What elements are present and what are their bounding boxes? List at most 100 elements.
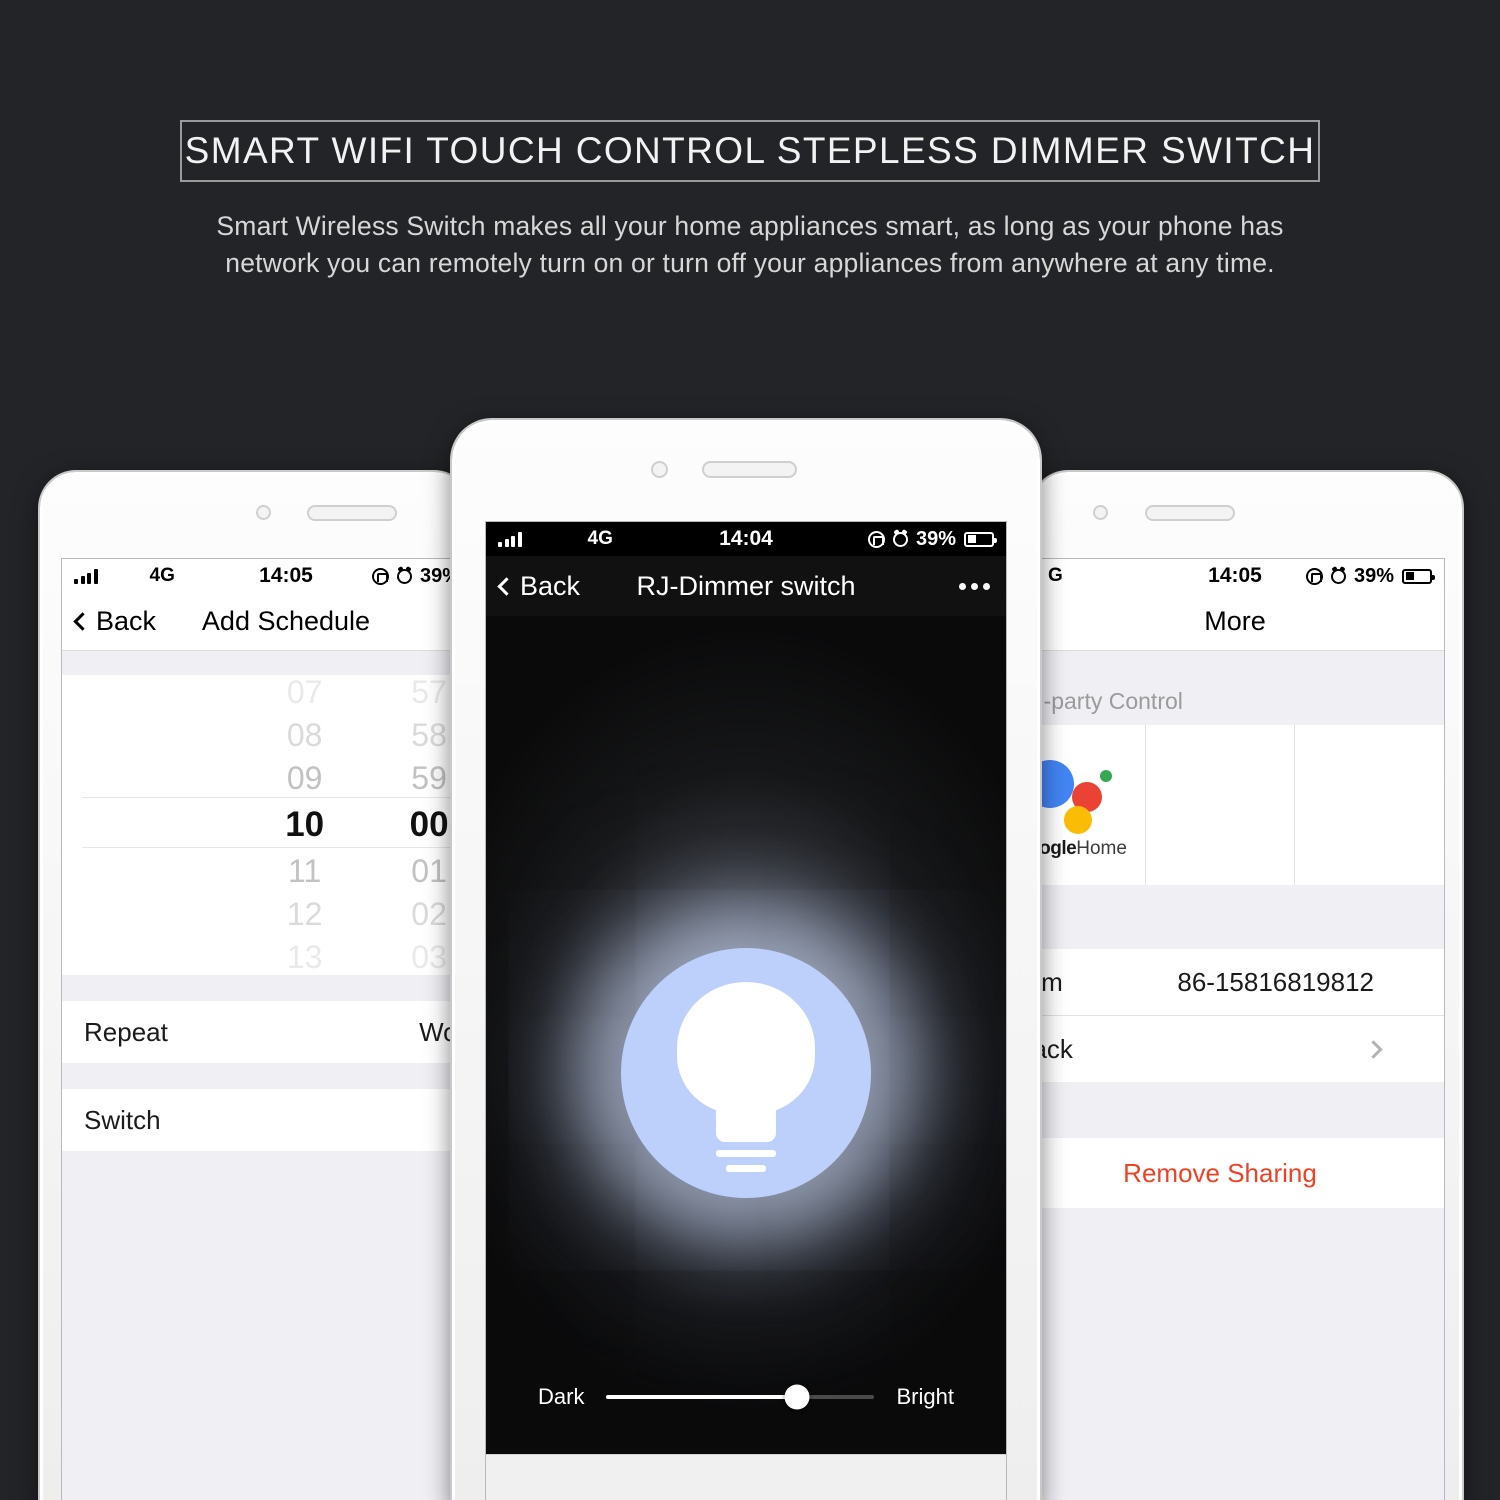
time-picker[interactable]: 07 08 09 10 11 12 13 57 58 59 00 01 02 0… — [62, 674, 510, 975]
home-indicator-area — [486, 1454, 1006, 1500]
back-button[interactable]: Back — [62, 606, 156, 637]
earpiece-speaker — [307, 505, 397, 521]
picker-minute-item[interactable]: 01 — [411, 850, 447, 893]
list-item-shared-from[interactable]: rom 86-15816819812 — [996, 949, 1444, 1015]
alarm-clock-icon — [396, 568, 412, 584]
left-status-bar: 4G 14:05 39% — [62, 559, 510, 593]
battery-icon — [1402, 568, 1435, 584]
rotation-lock-icon — [1305, 567, 1323, 585]
right-status-right: 39% — [1305, 564, 1435, 588]
battery-percent-label: 39% — [915, 527, 956, 550]
picker-minute-item[interactable]: 58 — [411, 714, 447, 757]
center-status-bar: 4G 14:04 39% — [486, 522, 1006, 556]
center-phone: 4G 14:04 39% Back RJ-Dimmer switch Dark … — [452, 420, 1040, 1500]
remove-sharing-button[interactable]: Remove Sharing — [996, 1138, 1444, 1208]
list-item-feedback[interactable]: back — [996, 1016, 1444, 1082]
center-status-right: 39% — [867, 527, 997, 551]
earpiece-speaker — [702, 461, 797, 478]
picker-minute-item[interactable]: 57 — [411, 671, 447, 714]
center-nav-bar: Back RJ-Dimmer switch — [486, 556, 1006, 616]
front-camera-icon — [256, 505, 271, 520]
battery-percent-label: 39% — [1353, 564, 1394, 587]
right-phone-screen: G 14:05 39% More ird-party Control Googl… — [995, 558, 1445, 1500]
picker-line-top — [82, 797, 510, 798]
network-type-label: 4G — [587, 528, 613, 549]
left-nav-bar: Back Add Schedule — [62, 593, 510, 651]
rotation-lock-icon — [867, 530, 885, 548]
signal-bars-icon — [74, 568, 98, 584]
slider-min-label: Dark — [538, 1384, 585, 1409]
brightness-slider-row: Dark Bright — [486, 1384, 1006, 1410]
center-phone-screen: 4G 14:04 39% Back RJ-Dimmer switch Dark … — [485, 521, 1007, 1500]
picker-hour-item[interactable]: 12 — [287, 893, 323, 936]
left-screen-filler — [62, 1151, 510, 1500]
repeat-label: Repeat — [84, 1016, 168, 1047]
remove-sharing-label: Remove Sharing — [1123, 1157, 1317, 1188]
front-camera-icon — [651, 461, 668, 478]
chevron-left-icon — [497, 576, 516, 596]
picker-hour-item[interactable]: 07 — [287, 671, 323, 714]
switch-label: Switch — [84, 1104, 161, 1135]
alarm-clock-icon — [1330, 568, 1346, 584]
spacer — [62, 1063, 510, 1089]
picker-hour-item[interactable]: 08 — [287, 714, 323, 757]
rotation-lock-icon — [371, 567, 389, 585]
right-nav-bar: More — [996, 593, 1444, 651]
slider-max-label: Bright — [896, 1384, 954, 1409]
slider-knob[interactable] — [784, 1384, 810, 1410]
page-root: SMART WIFI TOUCH CONTROL STEPLESS DIMMER… — [0, 0, 1500, 1500]
left-phone-screen: 4G 14:05 39% Back Add Schedule 07 08 09 … — [61, 558, 511, 1500]
light-bulb-icon — [677, 982, 815, 1172]
spacer — [996, 1082, 1444, 1138]
spacer — [996, 651, 1444, 681]
third-party-item-empty-2[interactable] — [1295, 725, 1444, 885]
picker-spacer-column — [62, 675, 242, 975]
back-button-label: Back — [520, 570, 581, 601]
left-phone: 4G 14:05 39% Back Add Schedule 07 08 09 … — [40, 472, 511, 1500]
list-item-repeat[interactable]: Repeat Working — [62, 1001, 510, 1063]
network-type-label: G — [1048, 565, 1063, 586]
ellipsis-icon — [983, 582, 990, 590]
picker-hour-selected[interactable]: 10 — [285, 800, 324, 850]
right-status-bar: G 14:05 39% — [996, 559, 1444, 593]
slider-fill — [606, 1395, 797, 1399]
chevron-right-icon — [1364, 1039, 1383, 1059]
page-title: SMART WIFI TOUCH CONTROL STEPLESS DIMMER… — [184, 130, 1316, 171]
picker-minute-selected[interactable]: 00 — [410, 800, 449, 850]
spacer — [996, 885, 1444, 949]
right-page-title: More — [1204, 606, 1266, 636]
picker-hour-item[interactable]: 11 — [288, 850, 321, 893]
picker-hour-column[interactable]: 07 08 09 10 11 12 13 — [242, 674, 366, 975]
page-title-box: SMART WIFI TOUCH CONTROL STEPLESS DIMMER… — [180, 120, 1320, 182]
third-party-grid: GoogleHome — [996, 725, 1444, 885]
light-bulb-button[interactable] — [621, 948, 871, 1198]
picker-minute-item[interactable]: 02 — [411, 893, 447, 936]
battery-icon — [964, 531, 997, 547]
picker-hour-item[interactable]: 13 — [287, 936, 323, 979]
brightness-slider[interactable] — [606, 1384, 875, 1410]
network-type-label: 4G — [149, 565, 175, 586]
back-button[interactable]: Back — [486, 571, 580, 602]
picker-minute-item[interactable]: 03 — [411, 936, 447, 979]
front-camera-icon — [1093, 505, 1108, 520]
shared-from-value: 86-15816819812 — [1177, 966, 1374, 997]
ellipsis-icon — [959, 582, 966, 590]
right-phone: G 14:05 39% More ird-party Control Googl… — [995, 472, 1462, 1500]
more-options-button[interactable] — [959, 582, 1006, 590]
subtitle-line-1: Smart Wireless Switch makes all your hom… — [216, 211, 1284, 241]
right-screen-filler — [996, 1208, 1444, 1500]
picker-hour-item[interactable]: 09 — [287, 757, 323, 800]
list-item-switch[interactable]: Switch — [62, 1089, 510, 1151]
ellipsis-icon — [971, 582, 978, 590]
google-product-text: Home — [1076, 838, 1127, 859]
page-subtitle: Smart Wireless Switch makes all your hom… — [190, 208, 1310, 282]
signal-bars-icon — [498, 531, 522, 547]
back-button-label: Back — [96, 606, 157, 636]
dimmer-control-panel: Dark Bright — [486, 616, 1006, 1500]
third-party-item-empty-1[interactable] — [1146, 725, 1296, 885]
picker-line-bottom — [82, 847, 510, 848]
alarm-clock-icon — [892, 531, 908, 547]
section-header-third-party: ird-party Control — [996, 681, 1444, 725]
earpiece-speaker — [1145, 505, 1235, 521]
picker-minute-item[interactable]: 59 — [411, 757, 447, 800]
